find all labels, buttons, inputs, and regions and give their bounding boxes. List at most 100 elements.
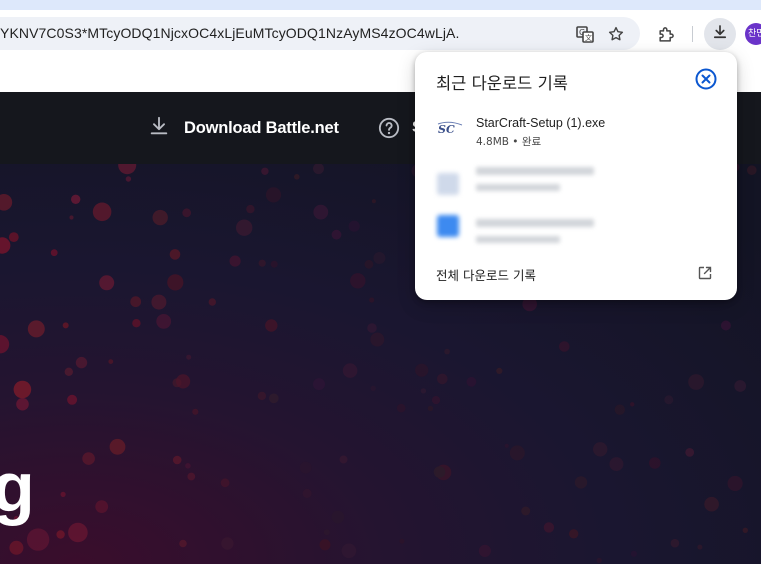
- hero-bubble: [331, 510, 345, 524]
- hero-bubble: [151, 294, 167, 310]
- extensions-icon[interactable]: [655, 24, 677, 46]
- hero-bubble: [185, 463, 191, 469]
- hero-bubble: [341, 543, 357, 559]
- hero-bubble: [257, 391, 267, 401]
- download-battlenet-label: Download Battle.net: [184, 118, 339, 137]
- address-bar[interactable]: YKNV7C0S3*MTcyODQ1NjcxOC4xLjEuMTcyODQ1Nz…: [0, 17, 640, 50]
- hero-bubble: [319, 539, 331, 551]
- hero-bubble: [313, 378, 325, 391]
- hero-bubble: [331, 229, 342, 240]
- hero-bubble: [431, 396, 441, 405]
- svg-text:SC: SC: [438, 123, 455, 136]
- hero-bubble: [614, 404, 625, 415]
- hero-bubble: [27, 320, 45, 338]
- browser-toolbar: YKNV7C0S3*MTcyODQ1NjcxOC4xLjEuMTcyODQ1Nz…: [0, 10, 761, 56]
- hero-bubble: [192, 408, 199, 415]
- help-icon[interactable]: [378, 117, 400, 139]
- hero-bubble: [569, 529, 579, 539]
- hero-bubble: [433, 466, 446, 478]
- hero-bubble: [60, 491, 66, 497]
- translate-icon[interactable]: G 文: [574, 23, 596, 45]
- hero-bubble: [630, 550, 638, 557]
- hero-bubble: [130, 296, 142, 308]
- hero-bubble: [229, 255, 241, 267]
- hero-bubble: [370, 385, 376, 391]
- all-downloads-link[interactable]: 전체 다운로드 기록: [436, 265, 536, 284]
- hero-bubble: [132, 319, 141, 328]
- download-battlenet-link[interactable]: Download Battle.net: [148, 116, 339, 140]
- close-icon[interactable]: [694, 67, 718, 91]
- hero-bubble: [609, 457, 624, 472]
- hero-bubble: [172, 455, 182, 465]
- hero-bubble: [108, 359, 114, 364]
- downloads-popup-title: 최근 다운로드 기록: [436, 74, 568, 93]
- hero-bubble: [427, 405, 434, 412]
- hero-bubble: [704, 496, 719, 512]
- hero-bubble: [16, 397, 29, 411]
- hero-bubble: [258, 259, 266, 267]
- hero-bubble: [596, 557, 602, 564]
- hero-bubble: [504, 443, 509, 448]
- hero-bubble: [0, 335, 10, 354]
- toolbar-separator: [692, 26, 693, 42]
- hero-bubble: [630, 402, 635, 407]
- hero-bubble: [574, 476, 588, 489]
- download-item-blurred[interactable]: [415, 160, 737, 208]
- file-icon: [437, 215, 459, 237]
- hero-bubble: [179, 539, 187, 548]
- hero-bubble: [99, 275, 115, 291]
- hero-bubble: [367, 323, 377, 333]
- hero-bubble: [125, 176, 132, 182]
- hero-bubble: [420, 388, 427, 394]
- download-icon: [148, 115, 170, 142]
- hero-bubble: [9, 540, 24, 555]
- hero-bubble: [399, 538, 405, 544]
- hero-bubble: [543, 522, 555, 533]
- hero-bubble: [92, 202, 112, 222]
- hero-bubble: [364, 259, 374, 269]
- download-item[interactable]: SC StarCraft-Setup (1).exe 4.8MB • 완료: [415, 108, 737, 156]
- file-icon: [437, 173, 459, 195]
- download-item-name: StarCraft-Setup (1).exe: [476, 116, 606, 130]
- hero-bubble: [342, 363, 358, 378]
- url-text[interactable]: YKNV7C0S3*MTcyODQ1NjcxOC4xLjEuMTcyODQ1Nz…: [0, 17, 560, 50]
- hero-bubble: [8, 232, 19, 242]
- hero-bubble: [182, 208, 192, 218]
- hero-bubble: [688, 374, 704, 390]
- profile-avatar[interactable]: 찬민: [745, 23, 761, 45]
- hero-bubble: [649, 457, 661, 469]
- hero-bubble: [176, 374, 191, 389]
- hero-bubble: [68, 522, 88, 543]
- hero-bubble: [348, 220, 360, 232]
- downloads-button[interactable]: [704, 18, 736, 50]
- hero-bubble: [208, 298, 216, 306]
- open-in-new-icon[interactable]: [697, 265, 713, 281]
- hero-bubble: [109, 438, 126, 455]
- hero-bubble: [270, 260, 278, 268]
- star-icon[interactable]: [605, 23, 627, 45]
- hero-bubble: [221, 537, 234, 550]
- download-item-blurred[interactable]: [415, 212, 737, 260]
- hero-bubble: [13, 380, 32, 399]
- hero-bubble: [593, 442, 608, 457]
- hero-bubble: [415, 363, 429, 377]
- redacted-text: [476, 236, 560, 243]
- hero-bubble: [496, 367, 503, 374]
- hero-bubble: [339, 455, 348, 464]
- hero-bubble: [261, 167, 269, 175]
- hero-bubble: [313, 164, 324, 175]
- hero-bubble: [685, 448, 695, 457]
- hero-bubble: [350, 273, 366, 289]
- hero-bubble: [246, 204, 255, 214]
- hero-bubble: [720, 320, 731, 331]
- hero-bubble: [444, 348, 450, 355]
- hero-bubble: [509, 445, 525, 461]
- hero-bubble: [369, 297, 375, 303]
- hero-bubble: [373, 252, 386, 264]
- hero-bubble: [466, 376, 477, 387]
- hero-bubble: [75, 356, 88, 369]
- hero-bubble: [0, 237, 11, 254]
- hero-bubble: [521, 506, 531, 516]
- hero-heading: g: [0, 448, 35, 526]
- hero-bubble: [118, 164, 137, 175]
